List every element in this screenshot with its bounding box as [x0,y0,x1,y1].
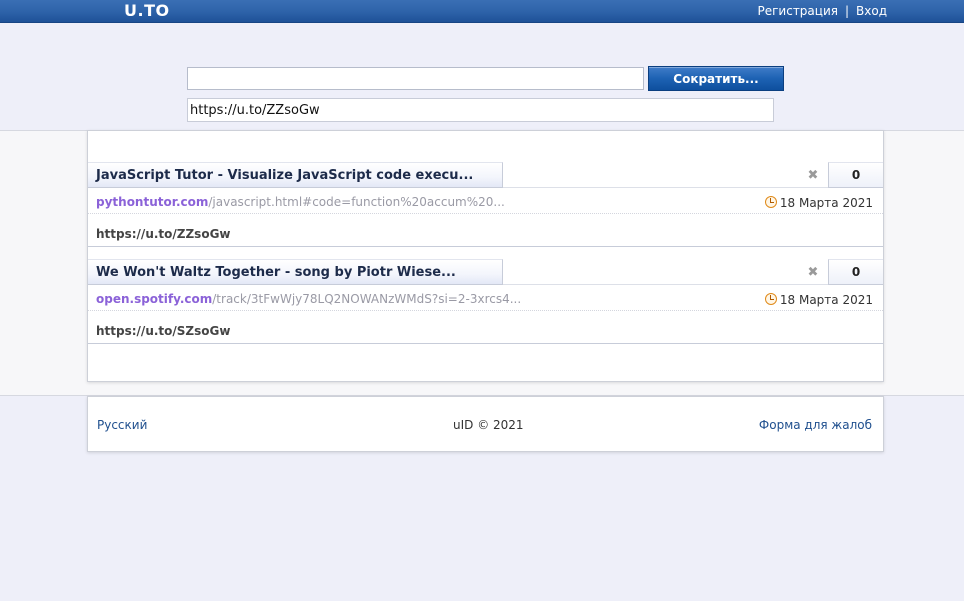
item-divider [88,343,883,344]
top-bar: U.TO Регистрация | Вход [0,0,964,23]
language-link[interactable]: Русский [97,418,147,432]
link-item: JavaScript Tutor - Visualize JavaScript … [88,162,883,247]
copyright: uID © 2021 [453,418,524,432]
link-title-box: JavaScript Tutor - Visualize JavaScript … [88,162,503,188]
source-domain[interactable]: open.spotify.com [96,292,212,306]
click-count: 0 [828,259,883,285]
title-underline [503,284,883,285]
source-url[interactable]: pythontutor.com/javascript.html#code=fun… [96,195,505,209]
source-domain[interactable]: pythontutor.com [96,195,208,209]
link-title-box: We Won't Waltz Together - song by Piotr … [88,259,503,285]
short-url[interactable]: https://u.to/SZsoGw [96,324,230,338]
delete-icon[interactable]: ✖ [806,266,820,280]
register-link[interactable]: Регистрация [758,4,838,18]
account-links: Регистрация | Вход [758,4,888,18]
shorten-button[interactable]: Сократить... [648,66,784,91]
item-divider [88,246,883,247]
link-title[interactable]: JavaScript Tutor - Visualize JavaScript … [96,168,473,183]
short-url[interactable]: https://u.to/ZZsoGw [96,227,231,241]
date-text: 18 Марта 2021 [779,196,873,210]
source-url[interactable]: open.spotify.com/track/3tFwWjy78LQ2NOWAN… [96,292,521,306]
click-count: 0 [828,162,883,188]
long-url-input[interactable] [187,67,644,90]
link-separator: | [844,4,850,18]
link-title[interactable]: We Won't Waltz Together - song by Piotr … [96,265,456,280]
complaint-form-link[interactable]: Форма для жалоб [759,418,872,432]
login-link[interactable]: Вход [856,4,887,18]
clock-icon [764,196,777,208]
link-item: We Won't Waltz Together - song by Piotr … [88,259,883,344]
short-url-result-field[interactable] [187,98,774,122]
dotted-divider [88,310,883,311]
source-path[interactable]: /javascript.html#code=function%20accum%2… [208,195,504,209]
source-path[interactable]: /track/3tFwWjy78LQ2NOWANzWMdS?si=2-3xrcs… [212,292,521,306]
dotted-divider [88,213,883,214]
links-panel: JavaScript Tutor - Visualize JavaScript … [87,130,884,382]
created-date: 18 Марта 2021 [764,292,873,307]
created-date: 18 Марта 2021 [764,195,873,210]
footer: Русский uID © 2021 Форма для жалоб [87,396,884,452]
title-underline [503,187,883,188]
clock-icon [764,293,777,305]
site-logo[interactable]: U.TO [124,1,170,20]
delete-icon[interactable]: ✖ [806,169,820,183]
date-text: 18 Марта 2021 [779,293,873,307]
